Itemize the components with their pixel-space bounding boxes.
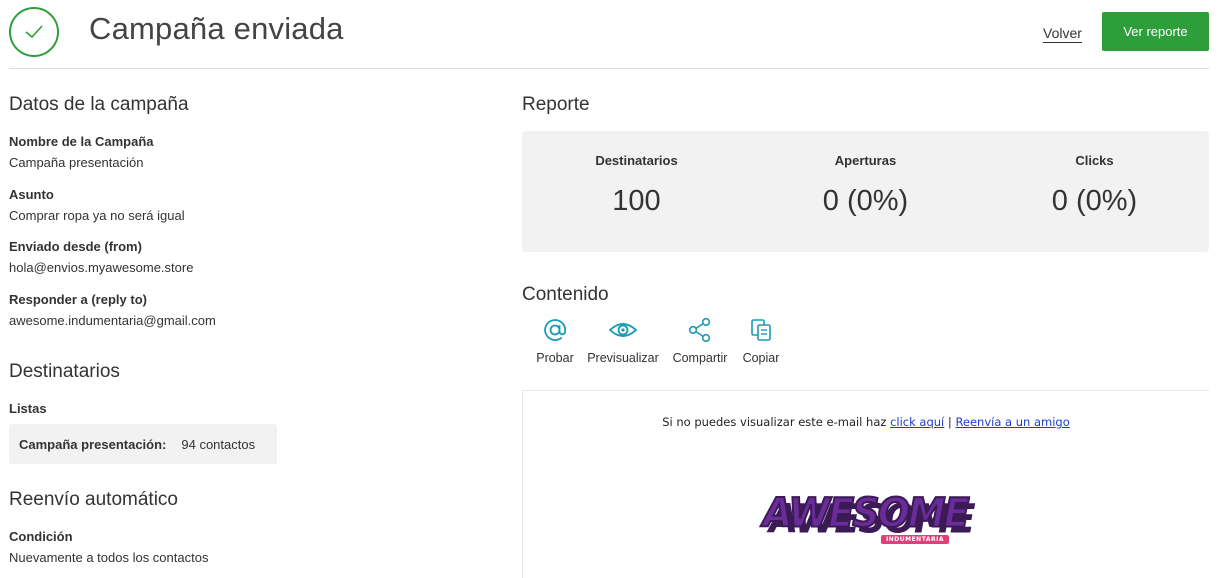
list-name: Campaña presentación: bbox=[19, 436, 167, 452]
success-check-icon bbox=[9, 7, 59, 57]
email-preview[interactable]: Si no puedes visualizar este e-mail haz … bbox=[522, 390, 1209, 578]
stat-label: Destinatarios bbox=[595, 153, 678, 168]
list-count: 94 contactos bbox=[181, 436, 256, 452]
stat-value: 100 bbox=[612, 185, 661, 217]
stat-value: 0 (0%) bbox=[822, 185, 909, 217]
copy-action-button[interactable]: Copiar bbox=[721, 317, 801, 365]
logo-badge: INDUMENTARIA bbox=[881, 535, 949, 544]
campaign-name-label: Nombre de la Campaña bbox=[9, 134, 154, 149]
report-card: Destinatarios 100 Aperturas 0 (0%) Click… bbox=[522, 131, 1209, 252]
separator: | bbox=[947, 415, 952, 429]
recipients-title: Destinatarios bbox=[9, 361, 120, 382]
lists-label: Listas bbox=[9, 401, 47, 416]
back-link[interactable]: Volver bbox=[1043, 24, 1082, 43]
brand-logo: AWESOME AWESOME INDUMENTARIA bbox=[762, 489, 976, 561]
subject-label: Asunto bbox=[9, 187, 54, 202]
from-value: hola@envios.myawesome.store bbox=[9, 260, 194, 275]
recipient-list-item: Campaña presentación: 94 contactos bbox=[9, 424, 277, 464]
from-label: Enviado desde (from) bbox=[9, 239, 142, 254]
stat-value: 0 (0%) bbox=[1051, 185, 1138, 217]
action-label: Previsualizar bbox=[587, 351, 659, 365]
campaign-data-title: Datos de la campaña bbox=[9, 94, 189, 115]
preview-note: Si no puedes visualizar este e-mail haz … bbox=[523, 415, 1209, 429]
preview-action-button[interactable]: Previsualizar bbox=[583, 317, 663, 365]
view-report-button[interactable]: Ver reporte bbox=[1102, 12, 1209, 51]
report-title: Reporte bbox=[522, 94, 590, 115]
reply-to-label: Responder a (reply to) bbox=[9, 292, 147, 307]
autoresend-title: Reenvío automático bbox=[9, 489, 178, 510]
action-label: Copiar bbox=[742, 351, 780, 365]
campaign-name-value: Campaña presentación bbox=[9, 155, 144, 170]
stat-label: Clicks bbox=[1075, 153, 1114, 168]
page-header: Campaña enviada Volver Ver reporte bbox=[9, 0, 1209, 69]
reply-to-value: awesome.indumentaria@gmail.com bbox=[9, 313, 216, 328]
preview-note-text: Si no puedes visualizar este e-mail haz bbox=[662, 415, 887, 429]
page-title: Campaña enviada bbox=[89, 11, 344, 46]
subject-value: Comprar ropa ya no será igual bbox=[9, 208, 185, 223]
eye-icon bbox=[608, 323, 638, 337]
condition-value: Nuevamente a todos los contactos bbox=[9, 550, 209, 565]
stat-label: Aperturas bbox=[834, 153, 897, 168]
share-icon bbox=[688, 317, 711, 343]
forward-friend-link[interactable]: Reenvía a un amigo bbox=[955, 415, 1069, 429]
click-here-link[interactable]: click aquí bbox=[890, 415, 944, 429]
content-title: Contenido bbox=[522, 284, 609, 305]
logo-text: AWESOME bbox=[762, 489, 971, 537]
at-sign-icon bbox=[544, 319, 566, 341]
copy-icon bbox=[751, 319, 771, 341]
condition-label: Condición bbox=[9, 529, 73, 544]
